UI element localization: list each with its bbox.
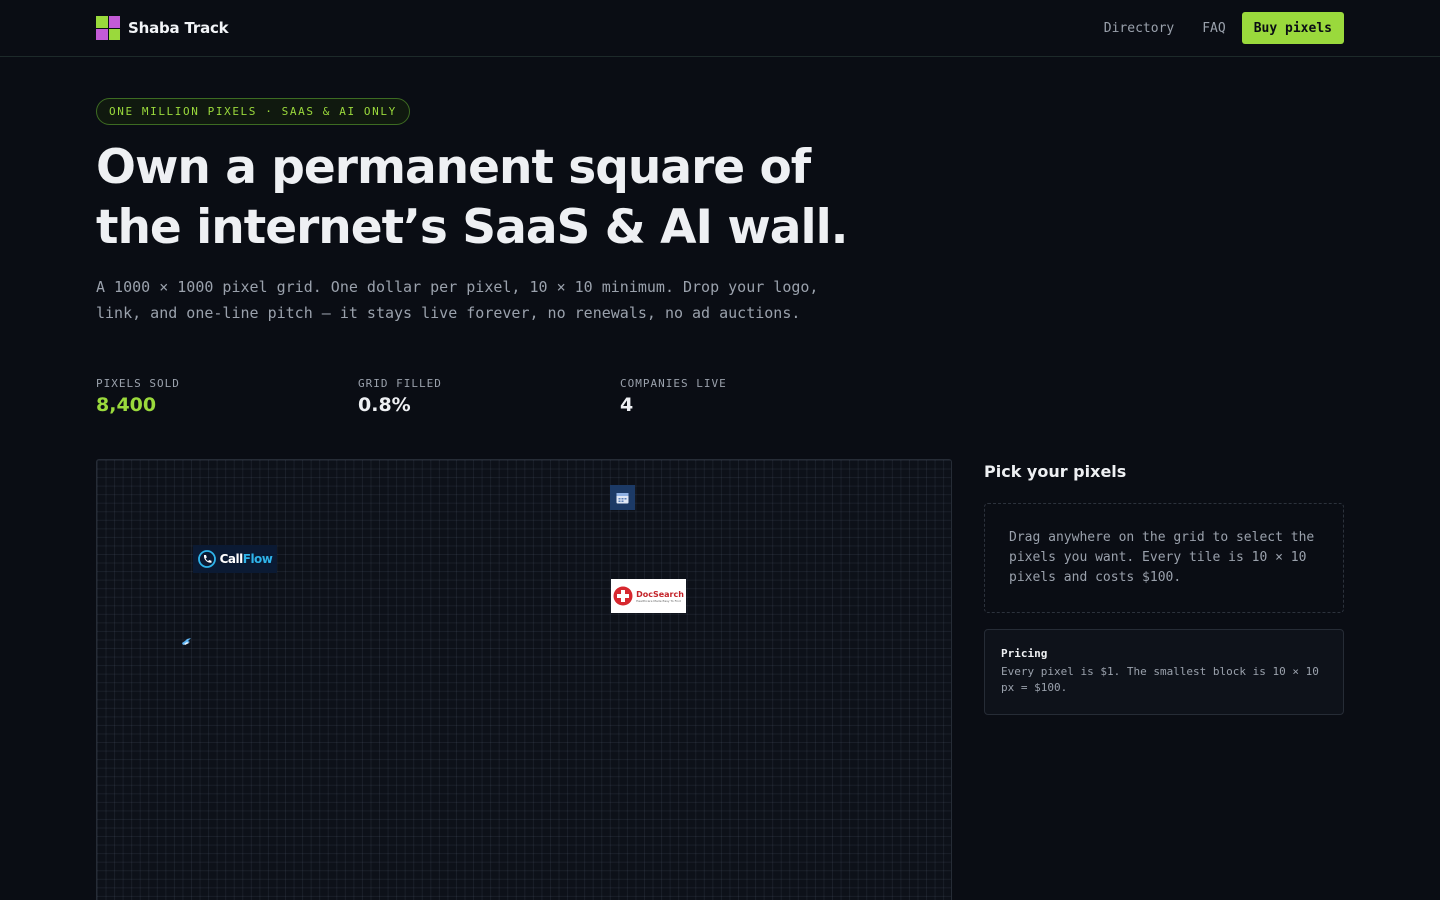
docsearch-tagline: Healthcare Made Easy To Find	[636, 598, 681, 603]
pixel-grid-canvas[interactable]: CallFlow DocSearch Healthcare Made Easy …	[96, 459, 952, 900]
site-header: Shaba Track Directory FAQ Buy pixels	[0, 0, 1440, 57]
drag-instructions-card: Drag anywhere on the grid to select the …	[984, 503, 1344, 613]
nav-directory-link[interactable]: Directory	[1104, 21, 1174, 36]
brand-logo[interactable]: Shaba Track	[96, 16, 229, 40]
stat-value: 4	[620, 394, 634, 416]
stat-companies-live: COMPANIES LIVE 4	[620, 377, 882, 416]
tile-callflow[interactable]: CallFlow	[193, 545, 277, 573]
stat-label: PIXELS SOLD	[96, 377, 180, 390]
calendar-icon	[616, 492, 629, 503]
docsearch-name: DocSearch	[636, 589, 684, 599]
tile-docsearch[interactable]: DocSearch Healthcare Made Easy To Find	[611, 579, 686, 613]
panel-title: Pick your pixels	[984, 462, 1127, 481]
pricing-card: Pricing Every pixel is $1. The smallest …	[984, 629, 1344, 715]
drag-instructions-text: Drag anywhere on the grid to select the …	[1009, 530, 1315, 585]
stat-label: COMPANIES LIVE	[620, 377, 727, 390]
tile-bird[interactable]	[182, 638, 191, 646]
bird-icon	[182, 638, 191, 645]
hero-subtext: A 1000 × 1000 pixel grid. One dollar per…	[96, 278, 819, 322]
logo-grid-icon	[96, 16, 120, 40]
phone-icon	[197, 550, 216, 568]
buy-pixels-button[interactable]: Buy pixels	[1241, 12, 1344, 44]
stat-label: GRID FILLED	[358, 377, 442, 390]
tile-calendar[interactable]	[610, 485, 635, 510]
nav-faq-link[interactable]: FAQ	[1202, 21, 1225, 36]
callflow-word-call: Call	[219, 552, 244, 566]
stat-value: 8,400	[96, 394, 157, 416]
hero-headline: Own a permanent square of the internet’s…	[96, 140, 849, 255]
stat-pixels-sold: PIXELS SOLD 8,400	[96, 377, 358, 416]
pricing-title: Pricing	[1001, 647, 1048, 660]
hero-badge: ONE MILLION PIXELS · SAAS & AI ONLY	[96, 98, 410, 125]
medical-cross-icon	[613, 586, 633, 606]
callflow-word-flow: Flow	[242, 552, 273, 566]
pricing-text: Every pixel is $1. The smallest block is…	[1001, 665, 1319, 694]
stats-row: PIXELS SOLD 8,400 GRID FILLED 0.8% COMPA…	[96, 377, 882, 416]
stat-value: 0.8%	[358, 394, 411, 416]
main-nav: Directory FAQ Buy pixels	[1104, 12, 1344, 44]
stat-grid-filled: GRID FILLED 0.8%	[358, 377, 620, 416]
brand-name: Shaba Track	[128, 19, 229, 37]
